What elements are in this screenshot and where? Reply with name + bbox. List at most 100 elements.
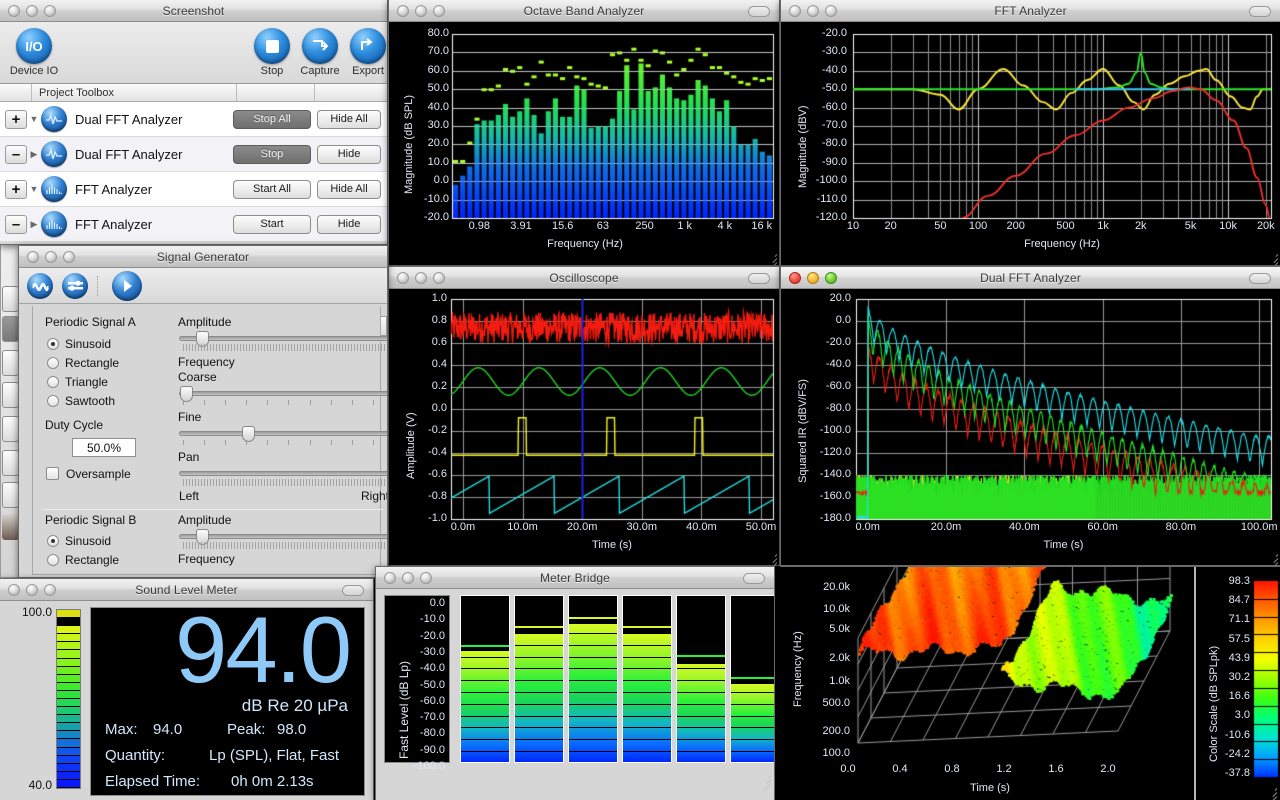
zoom-icon[interactable]	[63, 251, 75, 263]
minimize-icon[interactable]	[26, 5, 38, 17]
resize-grip[interactable]	[1265, 786, 1278, 799]
minimize-icon[interactable]	[26, 584, 38, 596]
collapse-button[interactable]: –	[5, 215, 27, 234]
duty-cycle-field[interactable]: 50.0%	[72, 438, 136, 457]
fft-titlebar[interactable]: FFT Analyzer	[781, 0, 1280, 22]
window-controls[interactable]	[789, 272, 837, 284]
oversample-checkbox[interactable]: Oversample	[46, 467, 131, 481]
close-icon[interactable]	[789, 272, 801, 284]
coarse-slider[interactable]	[179, 391, 388, 396]
screenshot-titlebar[interactable]: Screenshot	[0, 0, 387, 22]
close-icon[interactable]	[397, 5, 409, 17]
minimize-icon[interactable]	[807, 272, 819, 284]
scale-segment	[57, 618, 80, 626]
device-io-button[interactable]: I/O Device IO	[6, 28, 62, 77]
row-action-button[interactable]: Stop	[233, 145, 311, 164]
close-icon[interactable]	[27, 251, 39, 263]
row-hide-button[interactable]: Hide All	[317, 110, 381, 129]
toolbar-toggle-button[interactable]	[1249, 6, 1271, 17]
close-icon[interactable]	[8, 584, 20, 596]
spectrogram-plot[interactable]: 20.0k10.0k5.0k2.0k1.0k500.0200.0100.00.0…	[780, 567, 1192, 800]
close-icon[interactable]	[397, 272, 409, 284]
window-controls[interactable]	[397, 272, 445, 284]
disclosure-triangle-icon[interactable]: ▼	[27, 184, 41, 194]
play-icon[interactable]	[112, 271, 142, 301]
zoom-icon[interactable]	[433, 5, 445, 17]
disclosure-triangle-icon[interactable]: ▼	[27, 114, 41, 124]
octave-titlebar[interactable]: Octave Band Analyzer	[389, 0, 779, 22]
close-icon[interactable]	[8, 5, 20, 17]
signal-a-radio-sawtooth[interactable]: Sawtooth	[47, 394, 115, 408]
window-controls[interactable]	[27, 251, 75, 263]
minimize-icon[interactable]	[415, 5, 427, 17]
dual-fft-titlebar[interactable]: Dual FFT Analyzer	[781, 267, 1280, 289]
dual-fft-plot[interactable]: 20.00.0-20.0-40.0-60.0-80.0-100.0-120.0-…	[781, 289, 1280, 565]
window-controls[interactable]	[8, 5, 56, 17]
table-row[interactable]: –▶FFT AnalyzerStartHide	[0, 207, 387, 242]
row-action-button[interactable]: Stop All	[233, 110, 311, 129]
toolbar-toggle-button[interactable]	[748, 273, 770, 284]
toolbar-toggle-button[interactable]	[342, 585, 364, 596]
row-hide-button[interactable]: Hide	[317, 145, 381, 164]
zoom-icon[interactable]	[825, 272, 837, 284]
axis-tick-label: -40.0	[789, 64, 847, 76]
siggen-titlebar[interactable]: Signal Generator	[19, 246, 387, 268]
meter-bridge-titlebar[interactable]: Meter Bridge	[376, 567, 774, 589]
minimize-icon[interactable]	[807, 5, 819, 17]
row-hide-button[interactable]: Hide All	[317, 180, 381, 199]
axis-tick-label: -100.0	[387, 760, 445, 772]
collapse-button[interactable]: –	[5, 145, 27, 164]
table-row[interactable]: +▼Dual FFT AnalyzerStop AllHide All	[0, 102, 387, 137]
zoom-icon[interactable]	[420, 572, 432, 584]
col-title: Project Toolbox	[32, 84, 237, 101]
row-hide-button[interactable]: Hide	[317, 215, 381, 234]
pan-slider[interactable]	[179, 471, 388, 476]
resize-grip[interactable]	[1266, 252, 1279, 265]
window-controls[interactable]	[789, 5, 837, 17]
minimize-icon[interactable]	[45, 251, 57, 263]
expand-button[interactable]: +	[5, 110, 27, 129]
window-controls[interactable]	[384, 572, 432, 584]
window-controls[interactable]	[8, 584, 56, 596]
zoom-icon[interactable]	[825, 5, 837, 17]
slm-max-value: 94.0	[153, 721, 182, 738]
zoom-icon[interactable]	[433, 272, 445, 284]
minimize-icon[interactable]	[415, 272, 427, 284]
fft-plot[interactable]: -20.0-30.0-40.0-50.0-60.0-70.0-80.0-90.0…	[781, 22, 1280, 265]
close-icon[interactable]	[789, 5, 801, 17]
row-action-button[interactable]: Start All	[233, 180, 311, 199]
zoom-icon[interactable]	[44, 5, 56, 17]
minimize-icon[interactable]	[402, 572, 414, 584]
signal-a-radio-triangle[interactable]: Triangle	[47, 375, 108, 389]
level-icon[interactable]	[62, 273, 88, 299]
export-button[interactable]: Export	[340, 28, 388, 77]
expand-button[interactable]: +	[5, 180, 27, 199]
disclosure-triangle-icon[interactable]: ▶	[27, 219, 41, 230]
zoom-icon[interactable]	[44, 584, 56, 596]
table-row[interactable]: +▼FFT AnalyzerStart AllHide All	[0, 172, 387, 207]
dual-fft-icon	[41, 106, 67, 132]
signal-b-radio-sinusoid[interactable]: Sinusoid	[47, 534, 111, 548]
signal-a-radio-sinusoid[interactable]: Sinusoid	[47, 337, 111, 351]
resize-grip[interactable]	[765, 252, 778, 265]
row-action-button[interactable]: Start	[233, 215, 311, 234]
octave-plot[interactable]: 80.070.060.050.040.030.020.010.00.0-10.0…	[389, 22, 779, 265]
close-icon[interactable]	[384, 572, 396, 584]
oscilloscope-plot[interactable]: 1.00.80.60.40.20.0-0.2-0.4-0.6-0.8-1.00.…	[389, 289, 779, 565]
window-controls[interactable]	[397, 5, 445, 17]
toolbar-toggle-button[interactable]	[743, 573, 765, 584]
toolbar-toggle-button[interactable]	[748, 6, 770, 17]
signal-b-radio-rectangle[interactable]: Rectangle	[47, 553, 119, 567]
waveform-icon[interactable]	[27, 273, 53, 299]
disclosure-triangle-icon[interactable]: ▶	[27, 149, 41, 160]
resize-grip[interactable]	[765, 552, 778, 565]
table-row[interactable]: –▶Dual FFT AnalyzerStopHide	[0, 137, 387, 172]
toolbar-toggle-button[interactable]	[1249, 273, 1271, 284]
fine-slider[interactable]	[179, 431, 388, 436]
oscilloscope-titlebar[interactable]: Oscilloscope	[389, 267, 779, 289]
signal-a-amplitude-slider[interactable]	[179, 336, 388, 341]
resize-grip[interactable]	[759, 773, 772, 786]
signal-b-amplitude-slider[interactable]	[179, 534, 388, 539]
resize-grip[interactable]	[1266, 552, 1279, 565]
signal-a-radio-rectangle[interactable]: Rectangle	[47, 356, 119, 370]
